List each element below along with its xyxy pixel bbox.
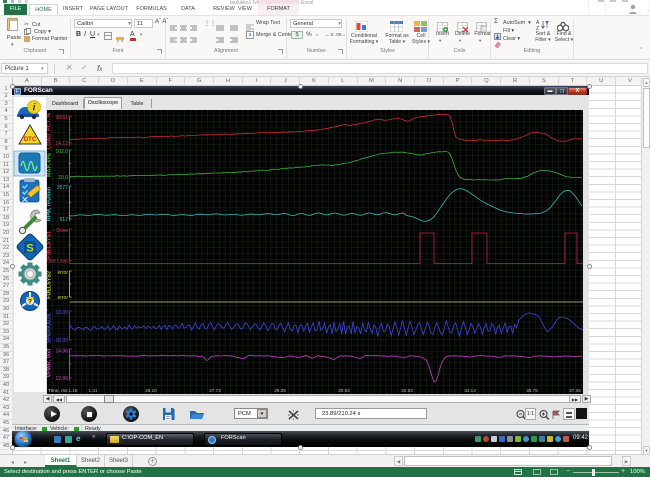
svg-text:99.61: 99.61 <box>55 115 68 121</box>
svg-text:DTC: DTC <box>24 137 37 143</box>
svg-text:102.0: 102.0 <box>55 149 68 155</box>
svg-text:30.93: 30.93 <box>338 388 350 393</box>
svg-text:32.53: 32.53 <box>401 388 413 393</box>
svg-text:?: ? <box>28 299 32 306</box>
svg-text:13.00: 13.00 <box>55 310 68 316</box>
svg-text:12.95: 12.95 <box>55 376 68 382</box>
svg-text:error: error <box>57 270 68 276</box>
svg-text:517: 517 <box>60 217 69 223</box>
svg-text:RPM, rev/min: RPM, rev/min <box>47 187 53 221</box>
svg-text:34.13: 34.13 <box>464 388 476 393</box>
svg-text:Time, ms: Time, ms <box>48 388 68 394</box>
svg-text:FUELSYS1: FUELSYS1 <box>47 231 53 259</box>
svg-text:LOAD_PCT, %: LOAD_PCT, % <box>47 113 53 149</box>
svg-text:26.10: 26.10 <box>145 388 157 393</box>
svg-text:S: S <box>26 243 33 255</box>
svg-text:1.41: 1.41 <box>89 388 98 393</box>
svg-text:2577: 2577 <box>57 185 68 191</box>
svg-text:i: i <box>33 103 36 114</box>
svg-text:FUELSYS2: FUELSYS2 <box>47 271 53 299</box>
svg-text:error: error <box>57 295 68 301</box>
svg-text:27.73: 27.73 <box>209 388 221 393</box>
svg-text:14.12: 14.12 <box>55 141 68 147</box>
svg-text:- Drive: - Drive <box>53 228 68 234</box>
svg-text:VPWR, Volt: VPWR, Volt <box>47 348 53 377</box>
svg-text:sed Loop: sed Loop <box>47 259 68 265</box>
svg-text:MAP, kPa: MAP, kPa <box>47 152 53 177</box>
svg-text:1.18: 1.18 <box>69 388 78 393</box>
svg-text:-16.00: -16.00 <box>54 338 68 344</box>
svg-text:14.36: 14.36 <box>55 349 68 355</box>
svg-text:20.0: 20.0 <box>58 175 68 181</box>
svg-text:35.75: 35.75 <box>526 388 538 393</box>
svg-text:29.35: 29.35 <box>274 388 286 393</box>
svg-text:SPARKADV, °: SPARKADV, ° <box>47 309 53 344</box>
svg-text:37.36: 37.36 <box>569 388 581 393</box>
